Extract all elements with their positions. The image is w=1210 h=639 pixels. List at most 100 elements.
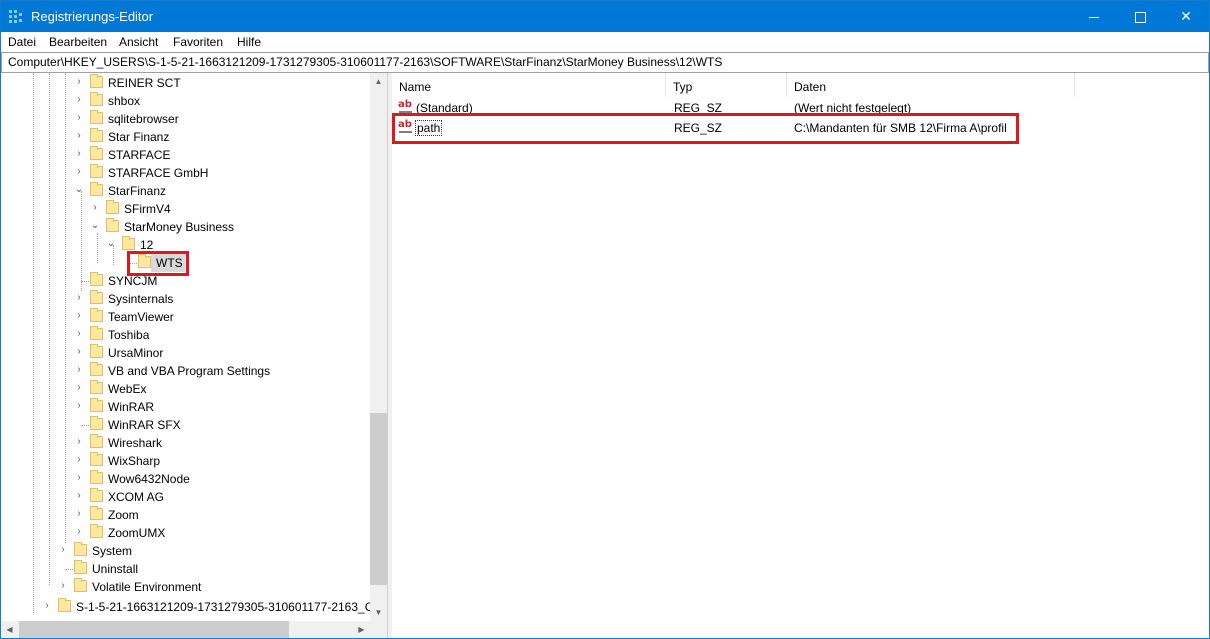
chevron-down-icon[interactable]: ⌄ [73, 183, 85, 197]
tree-item-label: WebEx [108, 382, 147, 396]
registry-editor-icon [9, 10, 23, 24]
scrollbar-corner [370, 621, 387, 638]
tree-item-starface-gmbh[interactable]: › STARFACE GmbH [1, 164, 370, 182]
chevron-right-icon[interactable]: › [73, 111, 85, 125]
folder-icon [90, 416, 103, 430]
chevron-right-icon[interactable]: › [73, 75, 85, 89]
chevron-right-icon[interactable]: › [73, 525, 85, 539]
address-bar[interactable]: Computer\HKEY_USERS\S-1-5-21-1663121209-… [1, 52, 1209, 73]
folder-icon [90, 380, 103, 394]
tree-item-sfirmv4[interactable]: › SFirmV4 [1, 200, 370, 218]
folder-icon [90, 164, 103, 178]
chevron-right-icon[interactable]: › [73, 165, 85, 179]
tree-item-zoom[interactable]: › Zoom [1, 506, 370, 524]
chevron-right-icon[interactable]: › [73, 489, 85, 503]
tree-item-vb-vba[interactable]: › VB and VBA Program Settings [1, 362, 370, 380]
tree-item-toshiba[interactable]: › Toshiba [1, 326, 370, 344]
menu-bar: Datei Bearbeiten Ansicht Favoriten Hilfe [1, 32, 1209, 52]
tree-item-ursaminor[interactable]: › UrsaMinor [1, 344, 370, 362]
column-header-data[interactable]: Daten [787, 73, 1075, 97]
chevron-right-icon[interactable]: › [73, 363, 85, 377]
tree-item-label: StarMoney Business [124, 220, 235, 234]
tree-item-system[interactable]: › System [1, 542, 370, 560]
chevron-right-icon[interactable]: › [73, 381, 85, 395]
menu-bearbeiten[interactable]: Bearbeiten [49, 35, 107, 49]
tree-item-teamviewer[interactable]: › TeamViewer [1, 308, 370, 326]
folder-icon [74, 578, 87, 592]
scroll-right-icon[interactable]: ▶ [353, 621, 370, 638]
tree-item-winrar[interactable]: › WinRAR [1, 398, 370, 416]
column-header-type[interactable]: Typ [666, 73, 787, 97]
registry-tree[interactable]: › REINER SCT › shbox › sqlitebrowser › S… [1, 73, 387, 638]
tree-item-webex[interactable]: › WebEx [1, 380, 370, 398]
address-path[interactable]: Computer\HKEY_USERS\S-1-5-21-1663121209-… [8, 55, 722, 69]
tree-item-wireshark[interactable]: › Wireshark [1, 434, 370, 452]
tree-item-xcom-ag[interactable]: › XCOM AG [1, 488, 370, 506]
menu-ansicht[interactable]: Ansicht [119, 35, 158, 49]
tree-item-label: Sysinternals [108, 292, 174, 306]
scroll-down-icon[interactable]: ▼ [370, 604, 387, 621]
menu-datei[interactable]: Datei [8, 35, 36, 49]
tree-item-star-finanz[interactable]: › Star Finanz [1, 128, 370, 146]
tree-item-classes-hive[interactable]: › S-1-5-21-1663121209-1731279305-3106011… [1, 598, 387, 616]
chevron-right-icon[interactable]: › [73, 291, 85, 305]
tree-item-volatile-environment[interactable]: › Volatile Environment [1, 578, 370, 596]
folder-icon [90, 146, 103, 160]
chevron-down-icon[interactable]: ⌄ [89, 219, 101, 233]
folder-icon [90, 92, 103, 106]
chevron-right-icon[interactable]: › [57, 579, 69, 593]
chevron-right-icon[interactable]: › [73, 399, 85, 413]
chevron-right-icon[interactable]: › [73, 93, 85, 107]
chevron-right-icon[interactable]: › [89, 201, 101, 215]
menu-favoriten[interactable]: Favoriten [173, 35, 223, 49]
chevron-right-icon[interactable]: › [57, 543, 69, 557]
chevron-right-icon[interactable]: › [73, 147, 85, 161]
chevron-right-icon[interactable]: › [73, 327, 85, 341]
tree-item-starfinanz[interactable]: ⌄ StarFinanz [1, 182, 370, 200]
folder-icon [74, 542, 87, 556]
minimize-button[interactable] [1071, 1, 1117, 32]
close-icon: ✕ [1180, 8, 1192, 24]
tree-item-zoomumx[interactable]: › ZoomUMX [1, 524, 370, 542]
maximize-button[interactable] [1117, 1, 1163, 32]
close-button[interactable]: ✕ [1163, 1, 1209, 32]
chevron-right-icon[interactable]: › [73, 435, 85, 449]
tree-item-sysinternals[interactable]: › Sysinternals [1, 290, 370, 308]
folder-icon [90, 290, 103, 304]
wts-highlight-box [127, 251, 189, 276]
tree-item-reiner-sct[interactable]: › REINER SCT [1, 74, 370, 92]
menu-hilfe[interactable]: Hilfe [237, 35, 261, 49]
folder-icon [90, 308, 103, 322]
scroll-up-icon[interactable]: ▲ [370, 73, 387, 90]
tree-item-starmoney-business[interactable]: ⌄ StarMoney Business [1, 218, 370, 236]
title-bar[interactable]: Registrierungs-Editor ✕ [1, 1, 1209, 32]
values-list[interactable]: Name Typ Daten ab (Standard) REG_SZ (Wer… [392, 73, 1209, 638]
tree-horizontal-scroll-thumb[interactable] [19, 621, 289, 638]
chevron-right-icon[interactable]: › [41, 599, 53, 613]
tree-item-label: UrsaMinor [108, 346, 164, 360]
tree-item-wow6432node[interactable]: › Wow6432Node [1, 470, 370, 488]
chevron-right-icon[interactable]: › [73, 129, 85, 143]
tree-vertical-scroll-thumb[interactable] [370, 413, 387, 585]
tree-item-label: XCOM AG [108, 490, 165, 504]
tree-item-wixsharp[interactable]: › WixSharp [1, 452, 370, 470]
chevron-down-icon[interactable]: ⌄ [105, 237, 117, 251]
folder-icon [90, 452, 103, 466]
tree-item-shbox[interactable]: › shbox [1, 92, 370, 110]
folder-icon [90, 182, 103, 196]
tree-item-winrar-sfx[interactable]: WinRAR SFX [1, 416, 370, 434]
chevron-right-icon[interactable]: › [73, 309, 85, 323]
scroll-left-icon[interactable]: ◀ [1, 621, 18, 638]
tree-horizontal-scrollbar[interactable]: ◀ ▶ [1, 621, 370, 638]
tree-vertical-scrollbar[interactable]: ▲ ▼ [370, 73, 387, 621]
chevron-right-icon[interactable]: › [73, 507, 85, 521]
chevron-right-icon[interactable]: › [73, 453, 85, 467]
tree-item-starface[interactable]: › STARFACE [1, 146, 370, 164]
chevron-right-icon[interactable]: › [73, 471, 85, 485]
tree-item-uninstall[interactable]: Uninstall [1, 560, 370, 578]
tree-item-sqlitebrowser[interactable]: › sqlitebrowser [1, 110, 370, 128]
tree-item-label: VB and VBA Program Settings [108, 364, 271, 378]
column-header-name[interactable]: Name [392, 73, 666, 97]
chevron-right-icon[interactable]: › [73, 345, 85, 359]
folder-icon [90, 488, 103, 502]
